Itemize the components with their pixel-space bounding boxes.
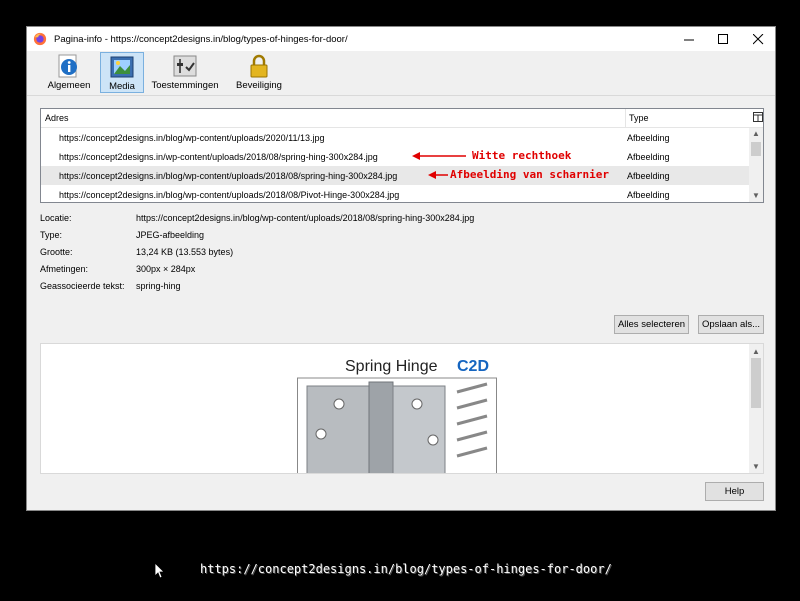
minimize-icon [683, 39, 694, 40]
media-row-type: Afbeelding [627, 133, 670, 143]
media-row-address: https://concept2designs.in/blog/wp-conte… [59, 133, 325, 143]
media-icon [110, 56, 134, 78]
detail-location-value: https://concept2designs.in/blog/wp-conte… [136, 213, 475, 223]
media-list-header: Adres Type [41, 109, 763, 128]
tab-algemeen[interactable]: Algemeen [45, 52, 93, 93]
detail-size-value: 13,24 KB (13.553 bytes) [136, 247, 234, 257]
footer-url: https://concept2designs.in/blog/types-of… [200, 562, 612, 576]
maximize-icon [717, 33, 728, 44]
image-preview: Spring Hinge C2D ▲ ▼ [40, 343, 764, 474]
media-list[interactable]: Adres Type https://concept2designs.in/bl… [40, 108, 764, 203]
mouse-cursor-icon [155, 563, 165, 579]
media-row-address: https://concept2designs.in/blog/wp-conte… [59, 171, 398, 181]
annotation-label-2: Afbeelding van scharnier [450, 168, 609, 181]
media-list-scrollbar[interactable]: ▲ ▼ [749, 128, 763, 202]
title-bar[interactable]: Pagina-info - https://concept2designs.in… [27, 27, 775, 51]
scroll-down-icon[interactable]: ▼ [749, 190, 763, 202]
tab-toestemmingen-label: Toestemmingen [151, 80, 219, 91]
detail-alt-text-value: spring-hing [136, 281, 181, 291]
scroll-up-icon[interactable]: ▲ [749, 346, 763, 358]
scroll-up-icon[interactable]: ▲ [749, 128, 763, 140]
tab-algemeen-label: Algemeen [47, 80, 91, 91]
column-type[interactable]: Type [629, 113, 649, 123]
detail-size-label: Grootte: [40, 247, 73, 257]
permissions-icon [173, 55, 197, 77]
lock-icon [250, 54, 268, 78]
detail-type-value: JPEG-afbeelding [136, 230, 205, 240]
toolbar: Algemeen Media Toestemmingen Beveiliging [27, 51, 775, 95]
media-row-selected[interactable]: https://concept2designs.in/blog/wp-conte… [41, 166, 749, 185]
preview-scrollbar[interactable]: ▲ ▼ [749, 344, 763, 473]
detail-dimensions-label: Afmetingen: [40, 264, 89, 274]
column-address[interactable]: Adres [45, 113, 69, 123]
column-picker-icon[interactable] [753, 112, 763, 122]
tab-media-label: Media [109, 81, 135, 92]
help-button[interactable]: Help [705, 482, 764, 501]
media-row-address: https://concept2designs.in/wp-content/up… [59, 152, 378, 162]
select-all-button[interactable]: Alles selecteren [614, 315, 689, 334]
tab-beveiliging-label: Beveiliging [236, 80, 282, 91]
detail-location-label: Locatie: [40, 213, 72, 223]
media-row[interactable]: https://concept2designs.in/wp-content/up… [41, 147, 749, 166]
save-as-button[interactable]: Opslaan als... [698, 315, 764, 334]
info-icon [58, 54, 77, 78]
tab-toestemmingen[interactable]: Toestemmingen [149, 52, 221, 93]
detail-type-label: Type: [40, 230, 63, 240]
firefox-icon [33, 32, 47, 46]
media-row[interactable]: https://concept2designs.in/blog/wp-conte… [41, 128, 749, 147]
column-separator [625, 109, 626, 128]
annotation-label-1: Witte rechthoek [472, 149, 572, 162]
toolbar-separator [27, 95, 775, 96]
scroll-thumb[interactable] [751, 358, 761, 408]
page-info-window: Pagina-info - https://concept2designs.in… [26, 26, 776, 511]
close-icon [752, 33, 763, 44]
media-row-type: Afbeelding [627, 171, 670, 181]
minimize-button[interactable] [672, 27, 706, 51]
media-row-type: Afbeelding [627, 190, 670, 200]
preview-image: Spring Hinge C2D [297, 354, 497, 473]
detail-dimensions-value: 300px × 284px [136, 264, 196, 274]
media-row[interactable]: https://concept2designs.in/blog/wp-conte… [41, 185, 749, 202]
maximize-button[interactable] [706, 27, 740, 51]
media-row-type: Afbeelding [627, 152, 670, 162]
detail-alt-text-label: Geassocieerde tekst: [40, 281, 125, 291]
scroll-thumb[interactable] [751, 142, 761, 156]
media-row-address: https://concept2designs.in/blog/wp-conte… [59, 190, 400, 200]
hinge-illustration [297, 377, 497, 473]
window-title: Pagina-info - https://concept2designs.in… [54, 33, 348, 45]
scroll-down-icon[interactable]: ▼ [749, 461, 763, 473]
close-button[interactable] [741, 27, 775, 51]
tab-media[interactable]: Media [100, 52, 144, 93]
tab-beveiliging[interactable]: Beveiliging [231, 52, 287, 93]
